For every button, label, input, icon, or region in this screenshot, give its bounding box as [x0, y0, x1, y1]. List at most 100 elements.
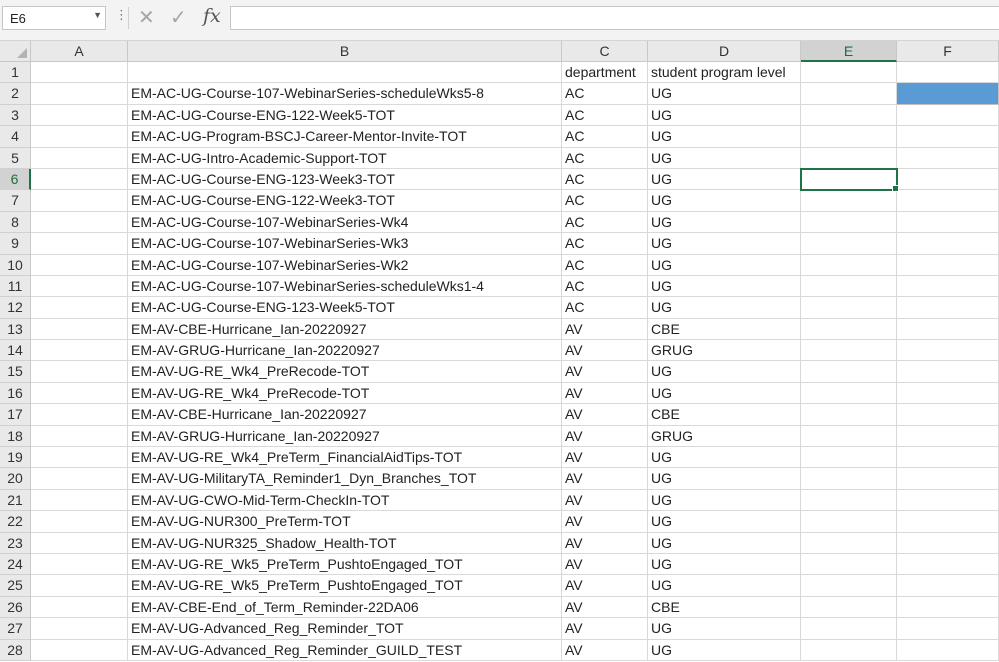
cell-d11[interactable]: UG: [648, 275, 801, 298]
row-header[interactable]: 21: [0, 489, 31, 512]
cell-c19[interactable]: AV: [562, 447, 648, 469]
cell-b25[interactable]: EM-AV-UG-RE_Wk5_PreTerm_PushtoEngaged_TO…: [128, 575, 562, 597]
cell-f20[interactable]: [897, 468, 999, 490]
cell-f14[interactable]: [897, 340, 999, 362]
cell-c3[interactable]: AC: [562, 104, 648, 127]
cell-c20[interactable]: AV: [562, 468, 648, 490]
cell-d10[interactable]: UG: [648, 254, 801, 276]
cell-b14[interactable]: EM-AV-GRUG-Hurricane_Ian-20220927: [128, 340, 562, 362]
cell-a18[interactable]: [31, 425, 128, 448]
row-header[interactable]: 22: [0, 511, 31, 533]
cell-e23[interactable]: [801, 532, 897, 554]
cell-a11[interactable]: [31, 275, 128, 298]
cell-e21[interactable]: [801, 489, 897, 512]
cell-a12[interactable]: [31, 297, 128, 319]
cell-a21[interactable]: [31, 489, 128, 512]
insert-function-icon[interactable]: fx: [203, 5, 221, 27]
cell-d15[interactable]: UG: [648, 361, 801, 383]
cell-f28[interactable]: [897, 639, 999, 661]
cell-e14[interactable]: [801, 340, 897, 362]
cell-a19[interactable]: [31, 447, 128, 469]
cell-b18[interactable]: EM-AV-GRUG-Hurricane_Ian-20220927: [128, 425, 562, 448]
cell-e16[interactable]: [801, 382, 897, 405]
cell-b13[interactable]: EM-AV-CBE-Hurricane_Ian-20220927: [128, 318, 562, 341]
column-header-a[interactable]: A: [31, 41, 128, 62]
cell-e24[interactable]: [801, 553, 897, 576]
row-header[interactable]: 2: [0, 83, 31, 105]
cell-a4[interactable]: [31, 126, 128, 148]
cell-d7[interactable]: UG: [648, 190, 801, 212]
cell-c8[interactable]: AC: [562, 211, 648, 234]
cell-f24[interactable]: [897, 553, 999, 576]
cell-f10[interactable]: [897, 254, 999, 276]
row-header[interactable]: 10: [0, 254, 31, 276]
cell-d12[interactable]: UG: [648, 297, 801, 319]
cell-e8[interactable]: [801, 211, 897, 234]
cell-e6[interactable]: [800, 167, 899, 193]
cell-e9[interactable]: [801, 233, 897, 255]
cell-d1[interactable]: student program level: [648, 62, 801, 84]
cell-d21[interactable]: UG: [648, 489, 801, 512]
cell-d14[interactable]: GRUG: [648, 340, 801, 362]
cell-f18[interactable]: [897, 425, 999, 448]
cell-d23[interactable]: UG: [648, 532, 801, 554]
cell-a15[interactable]: [31, 361, 128, 383]
select-all-button[interactable]: [0, 41, 31, 62]
cell-e22[interactable]: [801, 511, 897, 533]
cell-b16[interactable]: EM-AV-UG-RE_Wk4_PreRecode-TOT: [128, 382, 562, 405]
cell-d26[interactable]: CBE: [648, 596, 801, 619]
cell-e3[interactable]: [801, 104, 897, 127]
cell-c2[interactable]: AC: [562, 83, 648, 105]
cell-e20[interactable]: [801, 468, 897, 490]
row-header[interactable]: 23: [0, 532, 31, 554]
row-header[interactable]: 26: [0, 596, 31, 619]
cell-f15[interactable]: [897, 361, 999, 383]
cell-a13[interactable]: [31, 318, 128, 341]
more-options-icon[interactable]: ⋮: [115, 8, 128, 23]
column-header-c[interactable]: C: [562, 41, 648, 62]
cell-b2[interactable]: EM-AC-UG-Course-107-WebinarSeries-schedu…: [128, 83, 562, 105]
row-header[interactable]: 18: [0, 425, 31, 448]
cell-d3[interactable]: UG: [648, 104, 801, 127]
cell-c24[interactable]: AV: [562, 553, 648, 576]
cell-c28[interactable]: AV: [562, 639, 648, 661]
cell-f6[interactable]: [897, 168, 999, 191]
cell-f9[interactable]: [897, 233, 999, 255]
cell-a23[interactable]: [31, 532, 128, 554]
cell-c17[interactable]: AV: [562, 404, 648, 426]
column-header-e[interactable]: E: [801, 41, 897, 62]
cell-d13[interactable]: CBE: [648, 318, 801, 341]
cell-b12[interactable]: EM-AC-UG-Course-ENG-123-Week5-TOT: [128, 297, 562, 319]
cell-b24[interactable]: EM-AV-UG-RE_Wk5_PreTerm_PushtoEngaged_TO…: [128, 553, 562, 576]
cell-e27[interactable]: [801, 618, 897, 640]
cell-f17[interactable]: [897, 404, 999, 426]
column-header-d[interactable]: D: [648, 41, 801, 62]
cell-d27[interactable]: UG: [648, 618, 801, 640]
cell-e13[interactable]: [801, 318, 897, 341]
cell-d8[interactable]: UG: [648, 211, 801, 234]
cell-a5[interactable]: [31, 147, 128, 169]
cell-f26[interactable]: [897, 596, 999, 619]
cell-f11[interactable]: [897, 275, 999, 298]
cell-e18[interactable]: [801, 425, 897, 448]
row-header[interactable]: 5: [0, 147, 31, 169]
cell-f12[interactable]: [897, 297, 999, 319]
cell-a16[interactable]: [31, 382, 128, 405]
cell-e17[interactable]: [801, 404, 897, 426]
cell-e12[interactable]: [801, 297, 897, 319]
cell-b26[interactable]: EM-AV-CBE-End_of_Term_Reminder-22DA06: [128, 596, 562, 619]
cell-f13[interactable]: [897, 318, 999, 341]
cell-c16[interactable]: AV: [562, 382, 648, 405]
cell-b23[interactable]: EM-AV-UG-NUR325_Shadow_Health-TOT: [128, 532, 562, 554]
cell-c12[interactable]: AC: [562, 297, 648, 319]
cell-f1[interactable]: [897, 62, 999, 84]
cell-c14[interactable]: AV: [562, 340, 648, 362]
cell-f8[interactable]: [897, 211, 999, 234]
cell-d24[interactable]: UG: [648, 553, 801, 576]
row-header[interactable]: 12: [0, 297, 31, 319]
cell-f23[interactable]: [897, 532, 999, 554]
cell-e15[interactable]: [801, 361, 897, 383]
cell-e5[interactable]: [801, 147, 897, 169]
cell-a10[interactable]: [31, 254, 128, 276]
row-header[interactable]: 14: [0, 340, 31, 362]
